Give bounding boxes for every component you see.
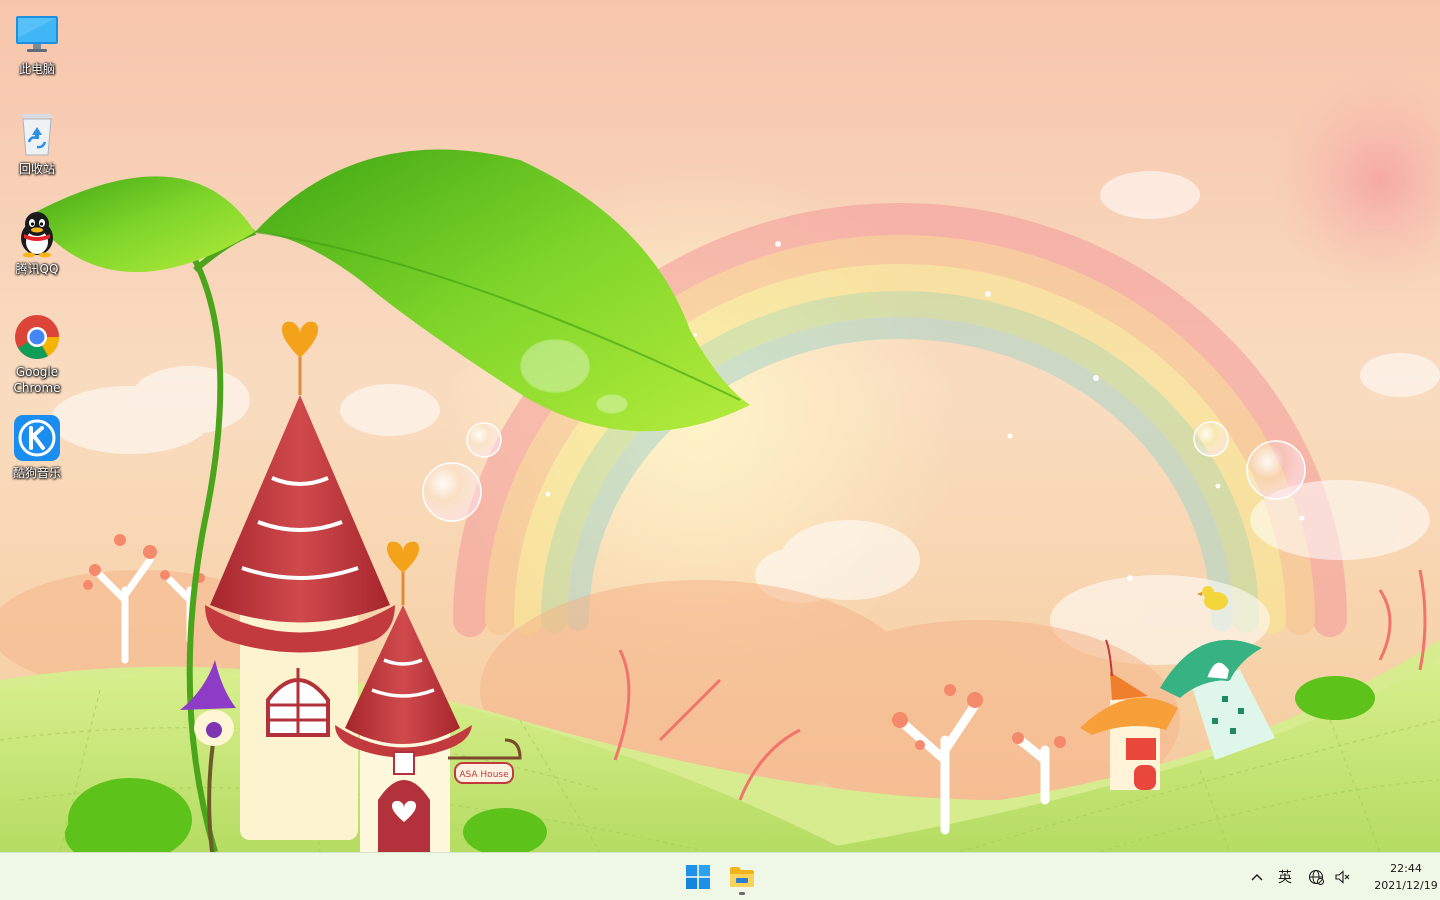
file-explorer-button[interactable] — [722, 857, 762, 897]
file-explorer-icon — [730, 867, 754, 887]
recycle-bin-icon — [13, 110, 61, 158]
this-pc-icon — [13, 10, 61, 58]
chevron-up-icon — [1251, 874, 1263, 881]
volume-button[interactable] — [1331, 853, 1353, 900]
kugou-music-icon — [13, 414, 61, 462]
asa-house-sign-text: ASA House — [459, 770, 509, 780]
network-globe-icon — [1308, 869, 1324, 885]
desktop-icon-qq[interactable]: 腾讯QQ — [4, 210, 70, 277]
qq-penguin-icon — [13, 210, 61, 258]
taskbar: 英 22:44 2021/12/19 — [0, 852, 1440, 900]
desktop-icon-chrome[interactable]: Google Chrome — [4, 313, 70, 396]
desktop-icon-recycle-bin[interactable]: 回收站 — [4, 110, 70, 177]
input-method-indicator[interactable]: 英 — [1272, 853, 1298, 900]
start-button[interactable] — [678, 857, 718, 897]
running-indicator — [739, 892, 745, 895]
windows-start-icon — [686, 865, 710, 889]
desktop-icon-label: Google Chrome — [13, 365, 61, 395]
clock-time: 22:44 — [1390, 862, 1422, 875]
wallpaper-illustration: ASA House — [0, 0, 1440, 852]
desktop-icon-label: 酷狗音乐 — [12, 466, 61, 480]
desktop-icon-label: 腾讯QQ — [15, 262, 59, 276]
desktop-icon-kugou[interactable]: 酷狗音乐 — [4, 414, 70, 481]
system-clock[interactable]: 22:44 2021/12/19 — [1358, 860, 1440, 894]
show-hidden-icons-button[interactable] — [1246, 853, 1268, 900]
network-button[interactable] — [1305, 853, 1327, 900]
desktop-icon-this-pc[interactable]: 此电脑 — [4, 10, 70, 77]
desktop-icon-label: 此电脑 — [18, 62, 55, 76]
desktop-icon-label: 回收站 — [18, 162, 55, 176]
chrome-icon — [13, 313, 61, 361]
desktop-wallpaper: ASA House — [0, 0, 1440, 852]
clock-date: 2021/12/19 — [1374, 879, 1438, 892]
volume-muted-icon — [1335, 870, 1350, 884]
show-desktop-button[interactable] — [1434, 853, 1440, 900]
